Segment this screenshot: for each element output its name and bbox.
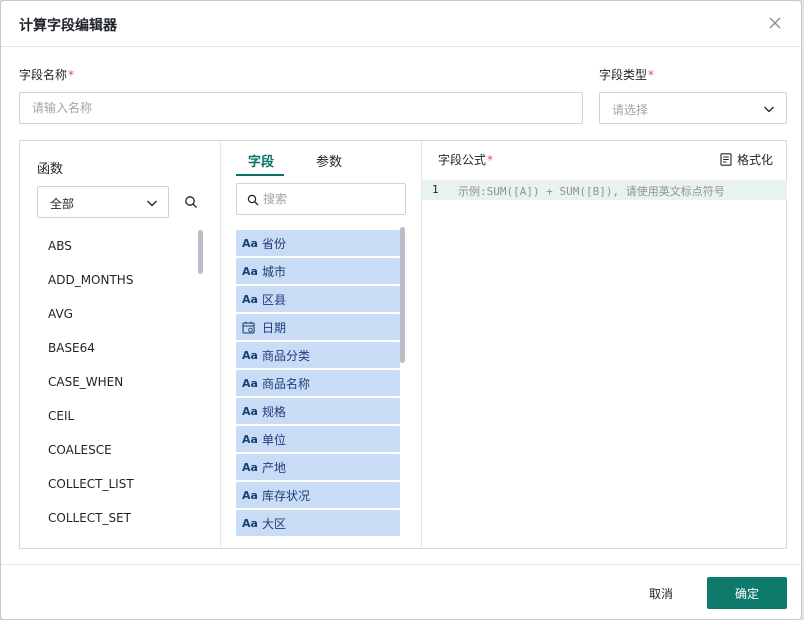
chevron-down-icon: [764, 106, 774, 113]
text-type-icon: Aa: [242, 516, 258, 530]
field-name-label-text: 字段名称: [19, 68, 68, 82]
field-item[interactable]: Aa 商品名称: [236, 370, 400, 396]
field-search-box: [236, 183, 406, 215]
formula-title-text: 字段公式: [438, 153, 487, 167]
search-icon[interactable]: [184, 195, 198, 209]
text-type-icon: Aa: [242, 264, 258, 278]
required-mark: *: [68, 68, 75, 82]
formula-editor[interactable]: 1 示例:SUM([A]) + SUM([B]), 请使用英文标点符号: [422, 178, 787, 549]
field-item-label: 商品分类: [262, 348, 311, 363]
field-list: Aa 省份 Aa 城市 Aa 区县 日期 Aa 商品分类 Aa 商品名称 Aa …: [236, 230, 400, 538]
formula-title: 字段公式*: [438, 151, 493, 168]
field-item-label: 单位: [262, 432, 287, 447]
text-type-icon: Aa: [242, 404, 258, 418]
field-item[interactable]: Aa 规格: [236, 398, 400, 424]
function-item[interactable]: CEIL: [48, 401, 188, 435]
field-item-label: 库存状况: [262, 488, 311, 503]
format-button[interactable]: 格式化: [720, 149, 773, 169]
line-number: 1: [432, 183, 439, 196]
format-button-label: 格式化: [737, 152, 774, 167]
field-item[interactable]: 日期: [236, 314, 400, 340]
active-tab-indicator: [236, 174, 284, 176]
field-item[interactable]: Aa 城市: [236, 258, 400, 284]
field-type-label: 字段类型*: [599, 66, 654, 83]
document-icon: [720, 152, 732, 166]
tab-fields[interactable]: 字段: [248, 151, 274, 170]
field-name-input[interactable]: [19, 92, 583, 124]
field-item[interactable]: Aa 产地: [236, 454, 400, 480]
active-line: 1 示例:SUM([A]) + SUM([B]), 请使用英文标点符号: [422, 180, 787, 200]
confirm-button[interactable]: 确定: [707, 577, 787, 609]
field-name-label: 字段名称*: [19, 66, 74, 83]
editor-panel: 函数 全部 ABS ADD_MONTHS AVG BASE64 CASE_WHE…: [19, 140, 787, 549]
function-item[interactable]: COLLECT_SET: [48, 503, 188, 537]
required-mark: *: [487, 153, 494, 167]
text-type-icon: Aa: [242, 376, 258, 390]
function-item[interactable]: COALESCE: [48, 435, 188, 469]
text-type-icon: Aa: [242, 236, 258, 250]
function-list-scrollbar[interactable]: [198, 230, 203, 274]
function-category-value: 全部: [50, 197, 75, 211]
chevron-down-icon: [147, 200, 157, 207]
text-type-icon: Aa: [242, 292, 258, 306]
functions-title: 函数: [37, 162, 64, 177]
function-item[interactable]: BASE64: [48, 333, 188, 367]
dialog-header: 计算字段编辑器: [1, 1, 801, 47]
field-search-input[interactable]: [263, 188, 401, 210]
field-item-label: 省份: [262, 236, 287, 251]
field-type-label-text: 字段类型: [599, 68, 648, 82]
tab-parameters[interactable]: 参数: [316, 151, 342, 170]
function-item[interactable]: AVG: [48, 299, 188, 333]
calculated-field-dialog: 计算字段编辑器 字段名称* 字段类型* 请选择 函数 全部: [0, 0, 802, 620]
search-icon: [247, 194, 259, 206]
text-type-icon: Aa: [242, 460, 258, 474]
field-type-select[interactable]: 请选择: [599, 92, 787, 124]
field-item[interactable]: Aa 省份: [236, 230, 400, 256]
field-item-label: 商品名称: [262, 376, 311, 391]
field-item[interactable]: Aa 库存状况: [236, 482, 400, 508]
line-gutter: 1: [422, 180, 452, 200]
function-item[interactable]: ADD_MONTHS: [48, 265, 188, 299]
text-type-icon: Aa: [242, 348, 258, 362]
function-list: ABS ADD_MONTHS AVG BASE64 CASE_WHEN CEIL…: [48, 231, 188, 537]
field-item[interactable]: Aa 大区: [236, 510, 400, 536]
function-item[interactable]: CASE_WHEN: [48, 367, 188, 401]
dialog-title: 计算字段编辑器: [19, 18, 117, 34]
field-list-scrollbar[interactable]: [400, 227, 405, 363]
dialog-footer: 取消 确定: [1, 564, 801, 619]
field-item-label: 日期: [262, 320, 287, 335]
field-item[interactable]: Aa 单位: [236, 426, 400, 452]
field-type-placeholder: 请选择: [612, 103, 649, 117]
calendar-icon: [242, 321, 255, 334]
field-item-label: 产地: [262, 460, 287, 475]
fields-tabs: 字段 参数: [236, 141, 422, 177]
field-item-label: 区县: [262, 292, 287, 307]
column-divider: [220, 141, 221, 548]
field-item-label: 大区: [262, 516, 287, 531]
field-item[interactable]: Aa 商品分类: [236, 342, 400, 368]
text-type-icon: Aa: [242, 432, 258, 446]
cancel-button[interactable]: 取消: [630, 577, 692, 609]
function-item[interactable]: COLLECT_LIST: [48, 469, 188, 503]
formula-placeholder: 示例:SUM([A]) + SUM([B]), 请使用英文标点符号: [458, 185, 725, 198]
required-mark: *: [648, 68, 655, 82]
field-item[interactable]: Aa 区县: [236, 286, 400, 312]
function-category-select[interactable]: 全部: [37, 186, 169, 218]
field-item-label: 城市: [262, 264, 287, 279]
function-item[interactable]: ABS: [48, 231, 188, 265]
text-type-icon: Aa: [242, 488, 258, 502]
close-icon[interactable]: [767, 15, 783, 31]
field-item-label: 规格: [262, 404, 287, 419]
